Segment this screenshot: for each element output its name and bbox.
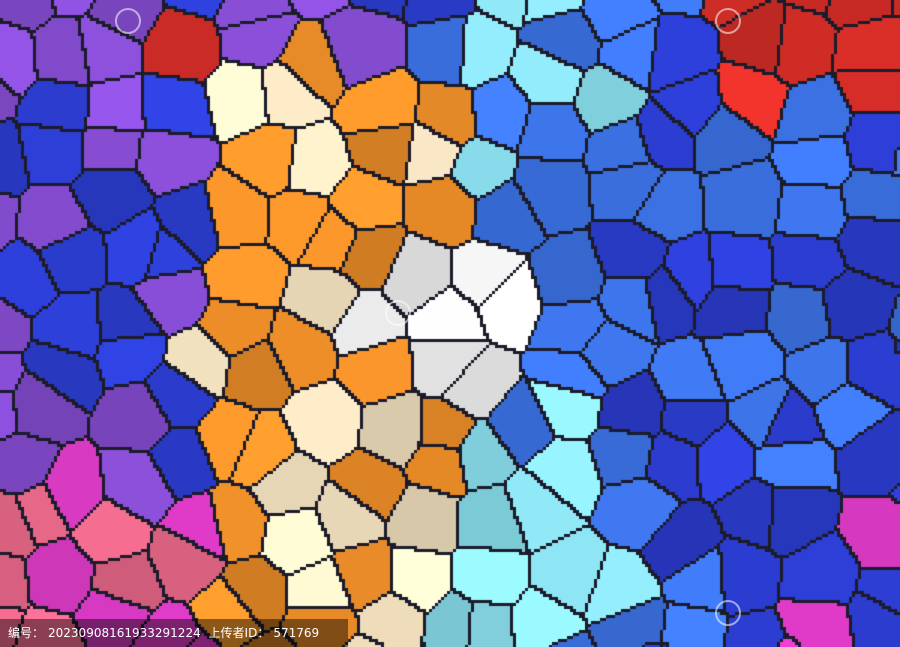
- watermark-footer: 编号： 20230908161933291224 上传者ID： 571769: [0, 619, 348, 647]
- watermark-logo: [715, 8, 741, 34]
- watermark-logo: [385, 300, 411, 326]
- id-value: 20230908161933291224: [48, 626, 201, 640]
- id-label: 编号：: [8, 626, 45, 640]
- uploader-value: 571769: [273, 626, 320, 640]
- watermark-logo-icon: [715, 8, 741, 34]
- mosaic-image: 编号： 20230908161933291224 上传者ID： 571769: [0, 0, 900, 647]
- uploader-label: 上传者ID：: [208, 626, 270, 640]
- watermark-logo-icon: [715, 600, 741, 626]
- stained-glass-mosaic: [0, 0, 900, 647]
- watermark-logo: [715, 600, 741, 626]
- watermark-logo-icon: [385, 300, 411, 326]
- watermark-logo: [115, 8, 141, 34]
- watermark-logo-icon: [115, 8, 141, 34]
